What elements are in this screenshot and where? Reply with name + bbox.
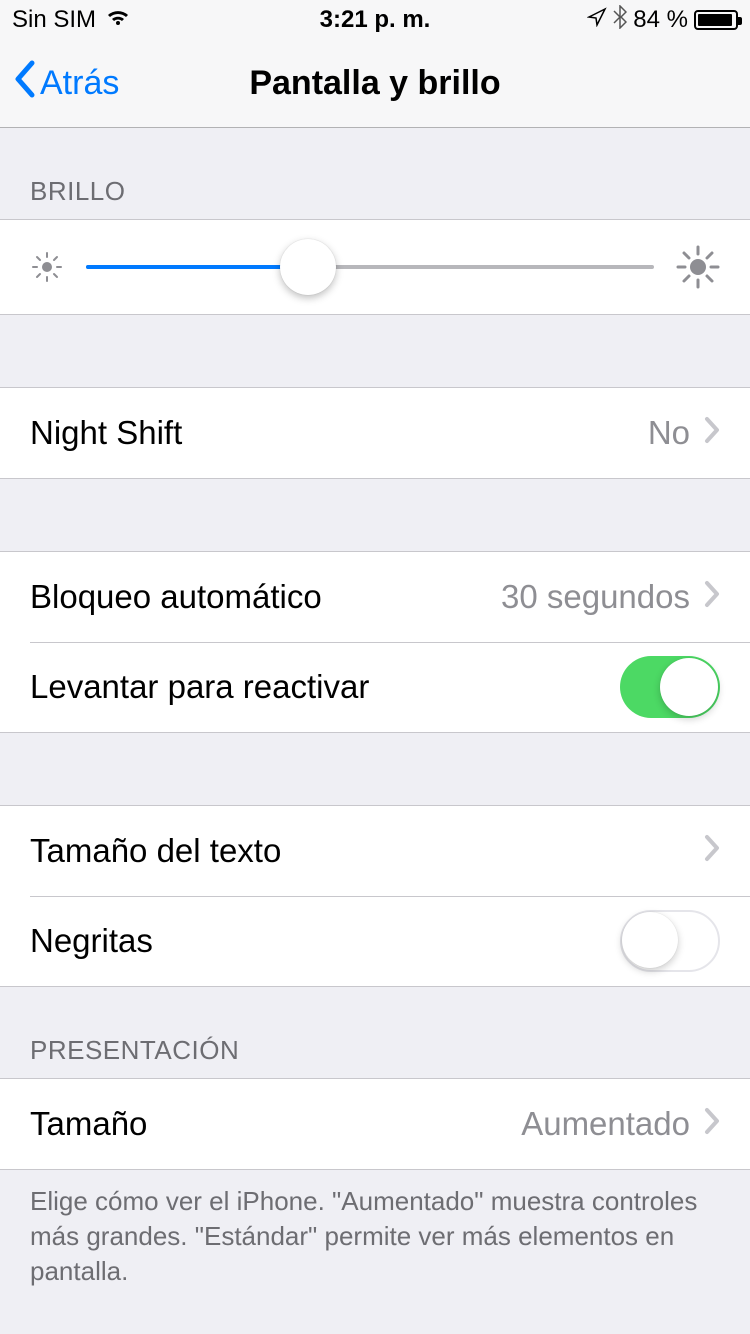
raise-to-wake-toggle[interactable] <box>620 656 720 718</box>
slider-thumb[interactable] <box>280 239 336 295</box>
brightness-low-icon <box>30 250 64 284</box>
chevron-right-icon <box>704 832 720 870</box>
back-label: Atrás <box>40 64 119 103</box>
auto-lock-row[interactable]: Bloqueo automático 30 segundos <box>0 552 750 642</box>
chevron-right-icon <box>704 1105 720 1143</box>
section-footer-presentacion: Elige cómo ver el iPhone. "Aumentado" mu… <box>0 1170 750 1309</box>
text-size-row[interactable]: Tamaño del texto <box>0 806 750 896</box>
section-header-presentacion: PRESENTACIÓN <box>0 987 750 1078</box>
status-bar: Sin SIM 3:21 p. m. 84 % <box>0 0 750 40</box>
location-icon <box>587 6 607 34</box>
display-zoom-row[interactable]: Tamaño Aumentado <box>0 1079 750 1169</box>
night-shift-row[interactable]: Night Shift No <box>0 388 750 478</box>
lock-group: Bloqueo automático 30 segundos Levantar … <box>0 551 750 733</box>
bold-text-row: Negritas <box>0 896 750 986</box>
raise-to-wake-label: Levantar para reactivar <box>30 668 620 706</box>
auto-lock-value: 30 segundos <box>501 578 690 616</box>
battery-icon <box>694 10 738 30</box>
bold-text-toggle[interactable] <box>620 910 720 972</box>
bluetooth-icon <box>613 5 627 36</box>
bold-text-label: Negritas <box>30 922 620 960</box>
brightness-slider-row <box>0 220 750 314</box>
night-shift-value: No <box>648 414 690 452</box>
section-header-brillo: BRILLO <box>0 128 750 219</box>
night-shift-label: Night Shift <box>30 414 648 452</box>
chevron-right-icon <box>704 414 720 452</box>
page-title: Pantalla y brillo <box>249 64 500 103</box>
brightness-slider[interactable] <box>86 265 654 269</box>
wifi-icon <box>104 6 132 34</box>
battery-pct: 84 % <box>633 6 688 34</box>
brightness-high-icon <box>676 245 720 289</box>
brightness-group <box>0 219 750 315</box>
nav-bar: Atrás Pantalla y brillo <box>0 40 750 128</box>
chevron-left-icon <box>12 59 36 108</box>
back-button[interactable]: Atrás <box>12 59 119 108</box>
carrier-label: Sin SIM <box>12 6 96 34</box>
display-zoom-label: Tamaño <box>30 1105 521 1143</box>
auto-lock-label: Bloqueo automático <box>30 578 501 616</box>
text-size-label: Tamaño del texto <box>30 832 704 870</box>
night-shift-group: Night Shift No <box>0 387 750 479</box>
chevron-right-icon <box>704 578 720 616</box>
raise-to-wake-row: Levantar para reactivar <box>0 642 750 732</box>
status-time: 3:21 p. m. <box>320 6 431 34</box>
display-zoom-group: Tamaño Aumentado <box>0 1078 750 1170</box>
display-zoom-value: Aumentado <box>521 1105 690 1143</box>
text-group: Tamaño del texto Negritas <box>0 805 750 987</box>
